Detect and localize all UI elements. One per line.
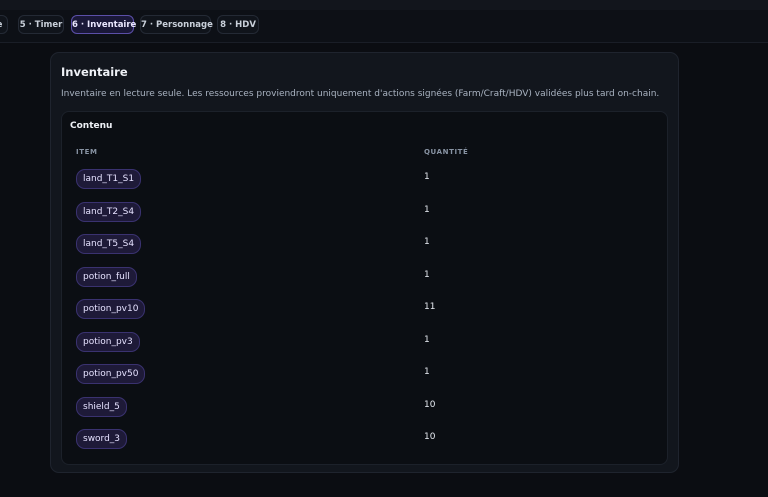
item-chip: land_T5_S4 [76,234,142,254]
item-chip: potion_full [76,266,137,287]
table-row: potion_pv3 1 [62,326,667,359]
content-panel: Contenu ITEM QUANTITÉ land_T1_S1 1 land_… [61,111,668,465]
page-title: Inventaire [61,65,128,79]
tab-personnage[interactable]: 7 · Personnage [140,15,213,34]
tab-bar: le 5 · Timer 6 · Inventaire 7 · Personna… [0,10,768,43]
item-quantity: 10 [424,432,436,442]
item-chip: potion_pv10 [76,299,146,319]
table-row: potion_pv10 11 [62,293,667,326]
item-quantity: 1 [424,334,430,345]
item-chip: shield_5 [76,396,127,417]
panel-title: Contenu [70,121,113,131]
item-quantity: 11 [424,302,436,312]
item-quantity: 1 [424,204,430,215]
item-chip: potion_pv3 [76,331,140,352]
tab-partial[interactable]: le [0,15,8,34]
item-chip: potion_pv50 [76,364,146,384]
page-description: Inventaire en lecture seule. Les ressour… [61,89,660,99]
item-quantity: 1 [424,367,430,377]
table-row: land_T5_S4 1 [62,228,667,261]
item-quantity: 1 [424,172,430,182]
item-quantity: 1 [424,269,430,280]
item-chip: land_T1_S1 [76,169,142,189]
table-row: land_T1_S1 1 [62,163,667,196]
item-quantity: 1 [424,237,430,247]
column-header-quantity: QUANTITÉ [424,148,469,156]
item-chip: land_T2_S4 [76,201,142,222]
table-row: potion_full 1 [62,261,667,294]
tab-inventaire[interactable]: 6 · Inventaire [71,15,136,34]
table-row: shield_5 10 [62,391,667,424]
inventory-card: Inventaire Inventaire en lecture seule. … [50,52,679,473]
table-row: land_T2_S4 1 [62,196,667,229]
item-quantity: 10 [424,399,436,410]
item-chip: sword_3 [76,429,128,449]
table-row: potion_pv50 1 [62,358,667,391]
column-header-item: ITEM [76,148,98,156]
tab-hdv[interactable]: 8 · HDV [217,15,259,34]
table-row: sword_3 10 [62,423,667,456]
tab-timer[interactable]: 5 · Timer [18,15,64,34]
